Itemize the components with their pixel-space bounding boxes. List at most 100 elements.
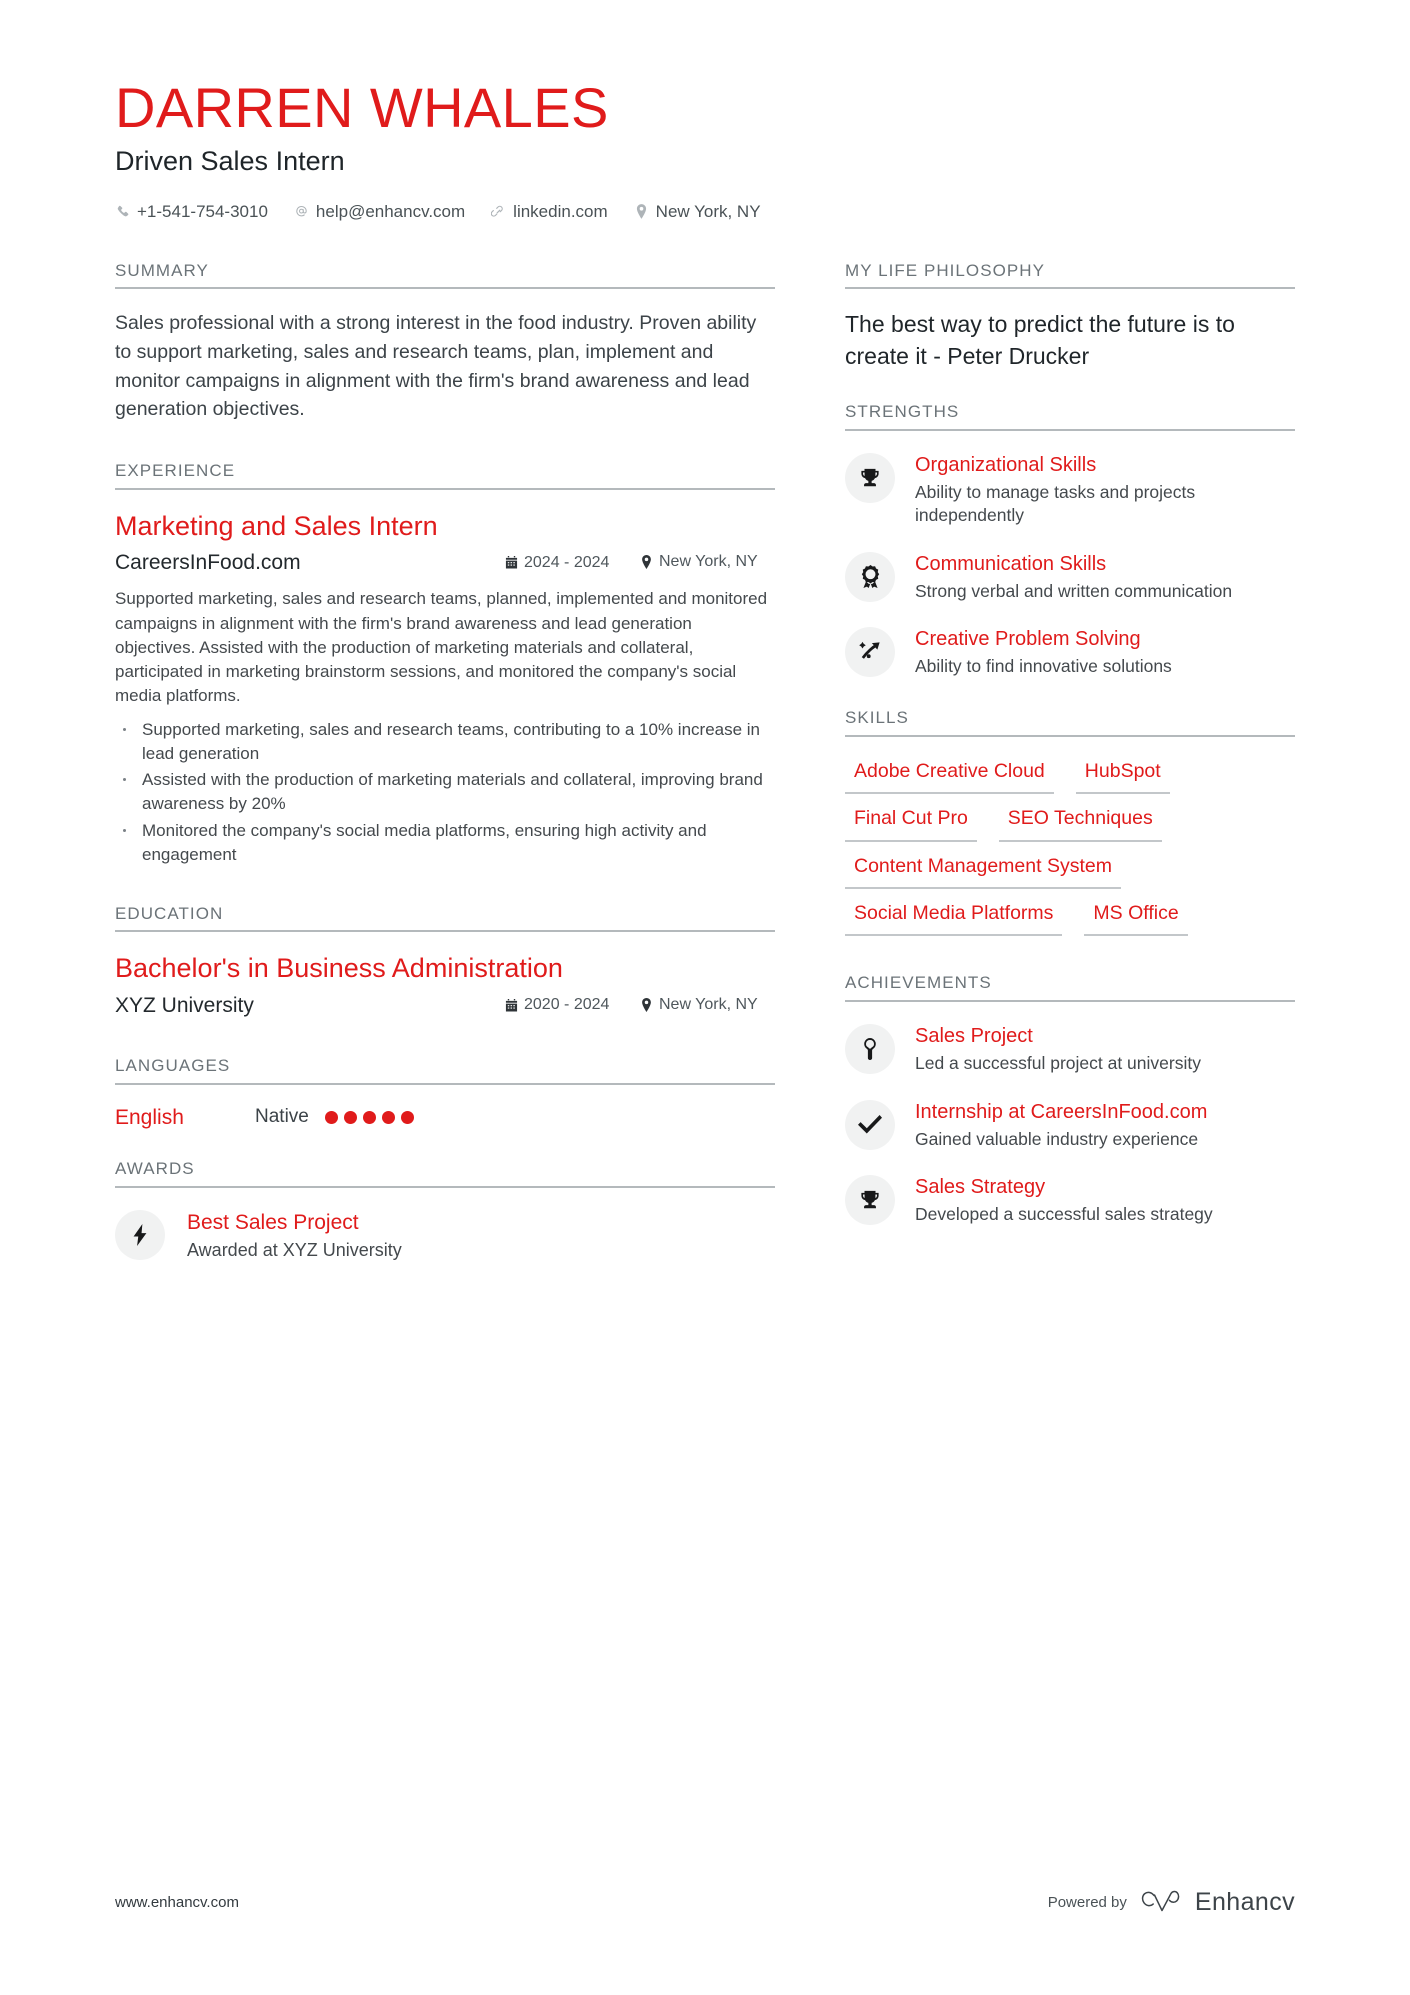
- footer-branding: Powered by Enhancv: [1048, 1888, 1295, 1917]
- contact-email-text: help@enhancv.com: [315, 201, 466, 221]
- calendar-icon: [505, 555, 518, 570]
- achievement-body: Sales Strategy Developed a successful sa…: [915, 1173, 1295, 1227]
- checkmark-icon: [845, 1099, 895, 1150]
- award-body: Best Sales Project Awarded at XYZ Univer…: [187, 1208, 775, 1263]
- strength-title: Communication Skills: [915, 552, 1107, 575]
- contact-location-text: New York, NY: [655, 201, 761, 221]
- section-education: EDUCATION Bachelor's in Business Adminis…: [115, 904, 775, 1019]
- strength-description: Strong verbal and written communication: [915, 580, 1233, 601]
- achievement-body: Internship at CareersInFood.com Gained v…: [915, 1098, 1295, 1152]
- section-philosophy: MY LIFE PHILOSOPHY The best way to predi…: [845, 261, 1295, 373]
- experience-location: New York, NY: [640, 553, 775, 571]
- award-ribbon-icon: [845, 551, 895, 602]
- language-row: English Native: [115, 1105, 775, 1130]
- right-column: MY LIFE PHILOSOPHY The best way to predi…: [845, 261, 1295, 1249]
- strength-description: Ability to manage tasks and projects ind…: [915, 481, 1196, 526]
- skill-tag: Adobe Creative Cloud: [845, 757, 1054, 795]
- lightning-bolt-icon: [115, 1209, 165, 1260]
- powered-by-label: Powered by: [1047, 1894, 1127, 1911]
- experience-location-text: New York, NY: [659, 553, 758, 571]
- education-date: 2020 - 2024: [505, 996, 640, 1014]
- phone-icon: [115, 203, 130, 220]
- contact-email[interactable]: help@enhancv.com: [294, 202, 465, 222]
- skill-tag: SEO Techniques: [998, 804, 1162, 842]
- contact-phone[interactable]: +1-541-754-3010: [115, 202, 268, 222]
- philosophy-quote: The best way to predict the future is to…: [845, 311, 1235, 370]
- resume-page: DARREN WHALES Driven Sales Intern +1-541…: [0, 0, 1410, 1995]
- page-footer: www.enhancv.com Powered by Enhancv: [115, 1888, 1295, 1917]
- contact-phone-text: +1-541-754-3010: [137, 201, 268, 221]
- section-summary: SUMMARY Sales professional with a strong…: [115, 261, 775, 424]
- language-level: Native: [255, 1106, 309, 1128]
- experience-meta-row: CareersInFood.com 2024 - 2024 New York,: [115, 550, 775, 576]
- skill-tag: Content Management System: [845, 852, 1121, 889]
- language-name: English: [115, 1105, 184, 1129]
- enhancv-mark-icon: [1141, 1890, 1185, 1916]
- list-item: Assisted with the production of marketin…: [115, 768, 775, 816]
- lightbulb-icon: [845, 1024, 895, 1075]
- section-heading-summary: SUMMARY: [115, 261, 775, 290]
- rating-dot: [362, 1110, 376, 1124]
- strength-item: Organizational Skills Ability to manage …: [845, 451, 1295, 528]
- education-entry: Bachelor's in Business Administration XY…: [115, 952, 775, 1019]
- achievement-body: Sales Project Led a successful project a…: [915, 1022, 1295, 1076]
- trajectory-arrow-icon: [845, 627, 895, 678]
- achievement-item: Sales Project Led a successful project a…: [845, 1022, 1295, 1076]
- rating-dot: [324, 1110, 338, 1124]
- resume-body: SUMMARY Sales professional with a strong…: [115, 261, 1295, 1285]
- rating-dot: [400, 1110, 414, 1124]
- calendar-icon: [505, 998, 518, 1013]
- enhancv-logo: Enhancv: [1141, 1888, 1295, 1917]
- footer-website[interactable]: www.enhancv.com: [115, 1894, 239, 1911]
- candidate-name: DARREN WHALES: [115, 76, 609, 139]
- rating-dot: [343, 1110, 357, 1124]
- section-heading-education: EDUCATION: [115, 904, 775, 933]
- strength-body: Communication Skills Strong verbal and w…: [915, 550, 1295, 604]
- left-column: SUMMARY Sales professional with a strong…: [115, 261, 775, 1285]
- experience-bullets: Supported marketing, sales and research …: [115, 718, 775, 867]
- education-location: New York, NY: [640, 996, 775, 1014]
- section-experience: EXPERIENCE Marketing and Sales Intern Ca…: [115, 461, 775, 867]
- section-awards: AWARDS Best Sales Project Awarded at XYZ…: [115, 1159, 775, 1263]
- achievement-item: Sales Strategy Developed a successful sa…: [845, 1173, 1295, 1227]
- section-skills: SKILLS Adobe Creative Cloud HubSpot Fina…: [845, 708, 1295, 937]
- language-rating-dots: [324, 1110, 414, 1124]
- section-heading-awards: AWARDS: [115, 1159, 775, 1188]
- section-achievements: ACHIEVEMENTS Sales Project Led a success…: [845, 974, 1295, 1227]
- achievement-title: Sales Strategy: [915, 1176, 1046, 1199]
- link-icon: [491, 203, 506, 220]
- section-heading-languages: LANGUAGES: [115, 1056, 775, 1085]
- achievement-title: Internship at CareersInFood.com: [915, 1100, 1208, 1123]
- skill-tag: HubSpot: [1075, 757, 1170, 795]
- award-title: Best Sales Project: [187, 1210, 359, 1234]
- education-degree: Bachelor's in Business Administration: [115, 953, 563, 984]
- achievement-description: Led a successful project at university: [915, 1053, 1201, 1074]
- experience-entry: Marketing and Sales Intern CareersInFood…: [115, 510, 775, 867]
- award-item: Best Sales Project Awarded at XYZ Univer…: [115, 1208, 775, 1263]
- strengths-list: Organizational Skills Ability to manage …: [845, 451, 1295, 680]
- contact-bar: +1-541-754-3010 help@enhancv.com linkedi…: [115, 202, 1295, 222]
- contact-linkedin[interactable]: linkedin.com: [491, 202, 608, 222]
- experience-description: Supported marketing, sales and research …: [115, 589, 768, 705]
- skill-tag: Social Media Platforms: [845, 899, 1063, 937]
- resume-header: DARREN WHALES Driven Sales Intern +1-541…: [115, 78, 1295, 222]
- education-location-text: New York, NY: [659, 995, 758, 1013]
- section-languages: LANGUAGES English Native: [115, 1056, 775, 1130]
- email-icon: [294, 203, 309, 220]
- skill-tag: MS Office: [1084, 899, 1188, 937]
- location-pin-icon: [640, 997, 653, 1012]
- section-heading-strengths: STRENGTHS: [845, 402, 1295, 431]
- strength-body: Creative Problem Solving Ability to find…: [915, 625, 1295, 679]
- strength-item: Communication Skills Strong verbal and w…: [845, 550, 1295, 604]
- achievements-list: Sales Project Led a successful project a…: [845, 1022, 1295, 1227]
- achievement-item: Internship at CareersInFood.com Gained v…: [845, 1098, 1295, 1152]
- education-school: XYZ University: [115, 993, 254, 1017]
- contact-linkedin-text: linkedin.com: [513, 201, 608, 221]
- achievement-description: Gained valuable industry experience: [915, 1128, 1199, 1149]
- location-pin-icon: [634, 203, 649, 220]
- awards-list: Best Sales Project Awarded at XYZ Univer…: [115, 1208, 775, 1263]
- trophy-icon: [845, 1175, 895, 1226]
- section-heading-philosophy: MY LIFE PHILOSOPHY: [845, 261, 1295, 290]
- section-heading-experience: EXPERIENCE: [115, 461, 775, 490]
- location-pin-icon: [640, 555, 653, 570]
